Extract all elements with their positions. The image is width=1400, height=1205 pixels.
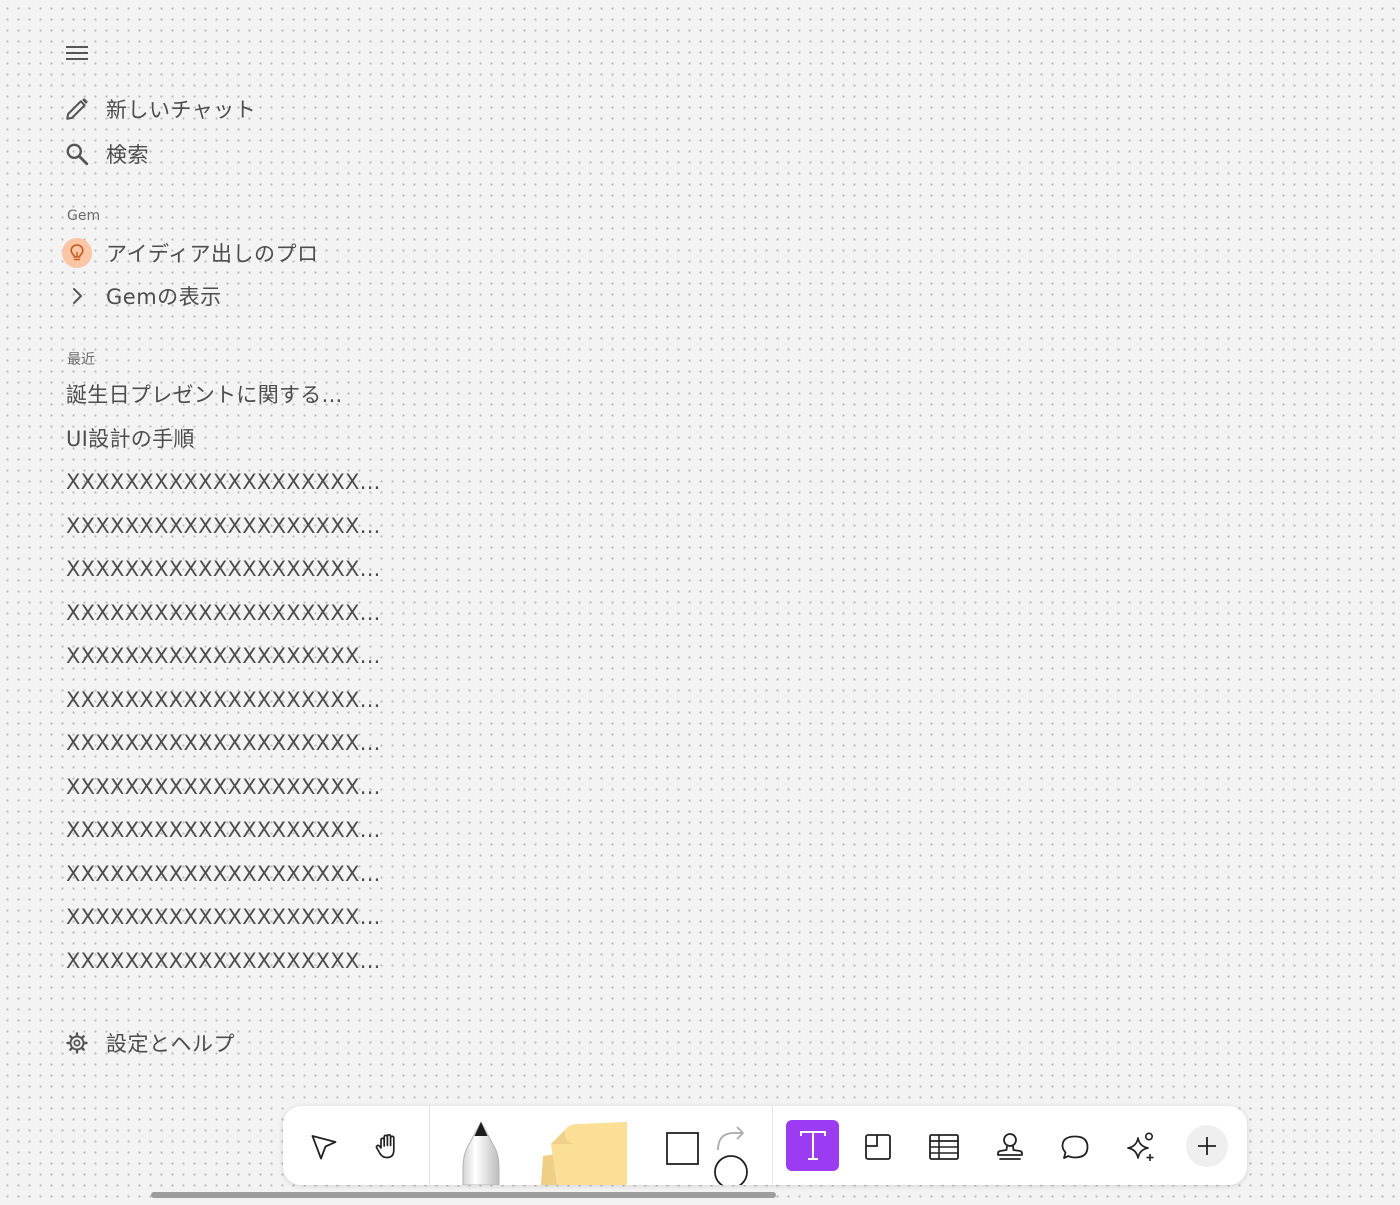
table-icon	[929, 1134, 959, 1160]
recent-chat-item[interactable]: XXXXXXXXXXXXXXXXXXXX...	[66, 595, 381, 639]
stamp-icon	[997, 1133, 1023, 1160]
more-tools-button[interactable]	[1186, 1125, 1228, 1167]
pencil-icon	[62, 94, 92, 124]
table-tool[interactable]	[923, 1126, 965, 1168]
recent-chat-item[interactable]: XXXXXXXXXXXXXXXXXXXX...	[66, 638, 381, 682]
show-gems-label: Gemの表示	[106, 285, 222, 309]
search-icon	[62, 139, 92, 169]
lightbulb-icon	[62, 238, 92, 268]
recent-chat-item[interactable]: XXXXXXXXXXXXXXXXXXXX...	[66, 508, 381, 552]
sparkle-icon	[1127, 1132, 1154, 1161]
recent-chat-list: 誕生日プレゼントに関する... UI設計の手順 XXXXXXXXXXXXXXXX…	[66, 377, 381, 986]
recent-chat-item[interactable]: XXXXXXXXXXXXXXXXXXXX...	[66, 725, 381, 769]
toolbar-divider	[429, 1106, 430, 1185]
show-gems-button[interactable]: Gemの表示	[62, 280, 222, 312]
hand-tool[interactable]	[367, 1126, 409, 1168]
gear-icon	[62, 1028, 92, 1058]
ai-tool[interactable]	[1120, 1126, 1162, 1168]
settings-help-label: 設定とヘルプ	[106, 1032, 235, 1056]
hamburger-menu-icon	[66, 46, 88, 60]
hand-icon	[375, 1133, 395, 1159]
settings-help-button[interactable]: 設定とヘルプ	[62, 1027, 235, 1059]
gem-section-title: Gem	[67, 208, 101, 224]
speech-bubble-icon	[1061, 1135, 1089, 1159]
recent-chat-item[interactable]: UI設計の手順	[66, 421, 381, 465]
plus-icon	[1198, 1137, 1216, 1155]
comment-tool[interactable]	[1054, 1126, 1096, 1168]
pen-icon	[462, 1120, 500, 1185]
shapes-tool[interactable]	[655, 1120, 759, 1185]
recent-chat-item[interactable]: XXXXXXXXXXXXXXXXXXXX...	[66, 899, 381, 943]
square-circle-arrow-icon	[666, 1126, 748, 1185]
gem-item-label: アイディア出しのプロ	[106, 242, 319, 266]
horizontal-scrollbar[interactable]	[151, 1192, 776, 1198]
new-chat-label: 新しいチャット	[106, 98, 257, 122]
recent-chat-item[interactable]: XXXXXXXXXXXXXXXXXXXX...	[66, 856, 381, 900]
recent-chat-item[interactable]: 誕生日プレゼントに関する...	[66, 377, 381, 421]
sticky-note-tool[interactable]	[535, 1120, 629, 1185]
text-t-icon	[799, 1130, 826, 1160]
recent-chat-item[interactable]: XXXXXXXXXXXXXXXXXXXX...	[66, 943, 381, 987]
pen-tool[interactable]	[453, 1116, 509, 1185]
gem-item-icon-wrap	[62, 238, 92, 268]
frame-tool[interactable]	[857, 1126, 899, 1168]
search-label: 検索	[106, 143, 149, 167]
text-tool[interactable]	[786, 1120, 839, 1171]
sticky-note-icon	[541, 1122, 627, 1185]
recent-chat-item[interactable]: XXXXXXXXXXXXXXXXXXXX...	[66, 769, 381, 813]
recent-chat-item[interactable]: XXXXXXXXXXXXXXXXXXXX...	[66, 464, 381, 508]
stamp-tool[interactable]	[989, 1126, 1031, 1168]
select-tool[interactable]	[303, 1126, 345, 1168]
pointer-arrow-icon	[311, 1135, 337, 1160]
menu-button[interactable]	[62, 40, 92, 66]
recent-chat-item[interactable]: XXXXXXXXXXXXXXXXXXXX...	[66, 812, 381, 856]
bottom-toolbar	[283, 1106, 1247, 1185]
gem-item-idea-pro[interactable]: アイディア出しのプロ	[62, 237, 318, 269]
toolbar-divider	[772, 1106, 773, 1185]
chevron-right-icon	[62, 281, 92, 311]
recent-chat-item[interactable]: XXXXXXXXXXXXXXXXXXXX...	[66, 682, 381, 726]
frame-icon	[865, 1134, 891, 1160]
recent-chat-item[interactable]: XXXXXXXXXXXXXXXXXXXX...	[66, 551, 381, 595]
new-chat-button[interactable]: 新しいチャット	[62, 93, 256, 125]
recent-section-title: 最近	[67, 352, 95, 368]
search-button[interactable]: 検索	[62, 138, 149, 170]
